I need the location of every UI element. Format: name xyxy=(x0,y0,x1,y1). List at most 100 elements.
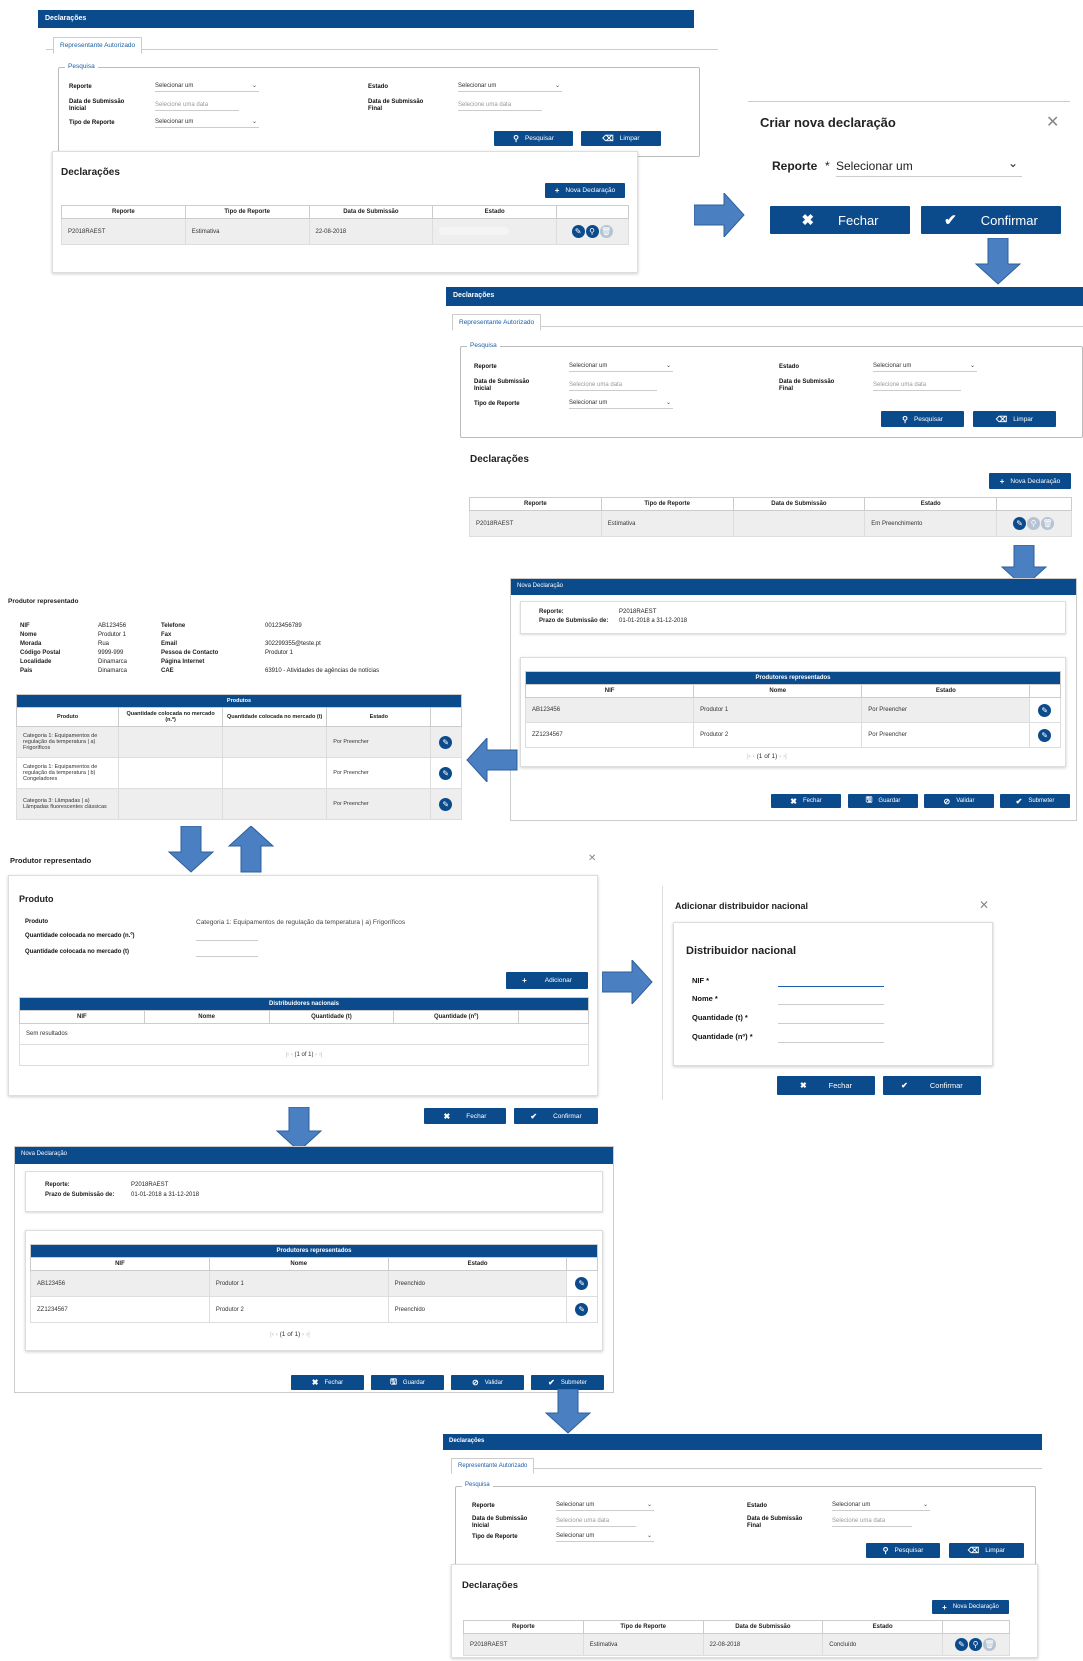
quantidade-t-input[interactable] xyxy=(778,1023,884,1024)
confirmar-button[interactable]: ✔ Confirmar xyxy=(921,206,1061,234)
guardar-button[interactable]: 🖫 Guardar xyxy=(371,1375,444,1390)
pesquisar-button[interactable]: ⚲ Pesquisar xyxy=(494,131,573,146)
search-legend: Pesquisa xyxy=(462,1482,493,1488)
tab-representante-autorizado[interactable]: Representante Autorizado xyxy=(451,1458,535,1474)
fechar-button[interactable]: ✖ Fechar xyxy=(424,1108,506,1124)
reporte-select[interactable]: Selecionar um ⌄ xyxy=(556,1502,654,1511)
chevron-down-icon: ⌄ xyxy=(554,83,560,89)
data-inicial-input[interactable]: Selecione uma data xyxy=(569,382,657,391)
estado-select[interactable]: Selecionar um ⌄ xyxy=(458,83,562,92)
pesquisar-button[interactable]: ⚲ Pesquisar xyxy=(881,411,964,427)
search-icon[interactable]: ⚲ xyxy=(1027,517,1041,530)
edit-icon[interactable]: ✎ xyxy=(1013,517,1027,530)
nova-declaracao-button[interactable]: + Nova Declaração xyxy=(545,183,625,198)
cell-reporte: P2018RAEST xyxy=(469,510,602,537)
validar-button[interactable]: ⊘ Validar xyxy=(451,1375,524,1390)
pesquisar-button[interactable]: ⚲ Pesquisar xyxy=(866,1543,940,1558)
nova-declaracao-button[interactable]: + Nova Declaração xyxy=(989,473,1071,489)
data-inicial-input[interactable]: Selecione uma data xyxy=(556,1518,636,1527)
nome-input[interactable] xyxy=(778,1004,884,1005)
limpar-button[interactable]: ⌫ Limpar xyxy=(581,131,661,146)
fechar-button[interactable]: ✖ Fechar xyxy=(291,1375,364,1390)
estado-select-value: Selecionar um xyxy=(873,363,912,369)
edit-icon[interactable]: ✎ xyxy=(575,1303,589,1316)
trash-icon[interactable]: 🗑 xyxy=(983,1638,996,1651)
search-icon: ⚲ xyxy=(882,1546,889,1555)
edit-icon[interactable]: ✎ xyxy=(439,735,453,749)
cell-nif: ZZ1234567 xyxy=(30,1296,210,1323)
cell-qtd-n xyxy=(118,788,224,820)
qtd-n-label: Quantidade colocada no mercado (n.º) xyxy=(25,933,135,939)
search-icon[interactable]: ⚲ xyxy=(585,225,599,238)
guardar-button[interactable]: 🖫 Guardar xyxy=(848,794,918,808)
chevron-down-icon: ⌄ xyxy=(922,1502,928,1508)
data-final-input[interactable]: Selecione uma data xyxy=(458,102,542,111)
edit-icon[interactable]: ✎ xyxy=(439,797,453,811)
data-final-input[interactable]: Selecione uma data xyxy=(832,1518,912,1527)
edit-icon[interactable]: ✎ xyxy=(1038,728,1052,742)
field-value: 63910 - Atividades de agências de notíci… xyxy=(265,668,380,674)
cell-actions: ✎ ⚲ 🗑 xyxy=(556,218,629,245)
estado-select[interactable]: Selecionar um ⌄ xyxy=(873,363,977,372)
nif-input[interactable] xyxy=(778,986,884,987)
reporte-select[interactable]: Selecionar um ⌄ xyxy=(155,83,259,92)
edit-icon[interactable]: ✎ xyxy=(575,1277,589,1290)
adicionar-button[interactable]: + Adicionar xyxy=(506,972,588,989)
edit-icon[interactable]: ✎ xyxy=(439,766,453,780)
tab-bar: Representante Autorizado xyxy=(46,34,718,54)
reporte-select[interactable]: Selecionar um ⌄ xyxy=(836,156,1022,177)
trash-icon[interactable]: 🗑 xyxy=(599,225,613,238)
edit-icon[interactable]: ✎ xyxy=(955,1638,968,1651)
edit-icon[interactable]: ✎ xyxy=(1038,703,1052,717)
fechar-button[interactable]: ✖ Fechar xyxy=(770,206,910,234)
navbar: Declarações xyxy=(38,10,694,28)
tab-representante-autorizado[interactable]: Representante Autorizado xyxy=(53,37,143,54)
prazo-label: Prazo de Submissão de: xyxy=(539,618,609,624)
validar-button[interactable]: ⊘ Validar xyxy=(924,794,994,808)
tipo-select[interactable]: Selecionar um ⌄ xyxy=(556,1533,654,1542)
close-icon[interactable]: ✕ xyxy=(979,898,989,912)
submeter-button[interactable]: ✔ Submeter xyxy=(1000,794,1070,808)
tipo-select[interactable]: Selecionar um ⌄ xyxy=(155,119,259,128)
data-inicial-input[interactable]: Selecione uma data xyxy=(155,102,239,111)
submeter-button[interactable]: ✔ Submeter xyxy=(531,1375,604,1390)
close-icon[interactable]: ✕ xyxy=(588,853,596,864)
plus-icon: + xyxy=(942,1602,947,1612)
field-label: NIF xyxy=(20,623,30,629)
search-icon[interactable]: ⚲ xyxy=(969,1638,982,1651)
chevron-down-icon: ⌄ xyxy=(646,1502,652,1508)
check-icon: ✔ xyxy=(901,1081,908,1090)
limpar-button[interactable]: ⌫ Limpar xyxy=(973,411,1056,427)
data-final-input[interactable]: Selecione uma data xyxy=(873,382,961,391)
search-icon: ⚲ xyxy=(513,134,519,143)
estado-select[interactable]: Selecionar um ⌄ xyxy=(832,1502,930,1511)
adicionar-label: Adicionar xyxy=(544,977,572,984)
declaracoes-table: Reporte Tipo de Reporte Data de Submissã… xyxy=(463,1620,1010,1656)
qtd-t-input[interactable] xyxy=(196,956,258,957)
table-row: ZZ1234567 Produtor 2 Por Preencher ✎ xyxy=(524,722,1061,748)
limpar-button[interactable]: ⌫ Limpar xyxy=(949,1543,1024,1558)
field-value: Dinamarca xyxy=(98,659,128,665)
close-icon[interactable]: ✕ xyxy=(1046,112,1059,132)
cell-reporte: P2018RAEST xyxy=(463,1633,584,1656)
nova-declaracao-button[interactable]: + Nova Declaração xyxy=(932,1600,1009,1614)
edit-icon[interactable]: ✎ xyxy=(571,225,585,238)
quantidade-n-input[interactable] xyxy=(778,1042,884,1043)
criar-declaracao-modal: Criar nova declaração ✕ Reporte * Seleci… xyxy=(748,101,1070,235)
confirmar-button[interactable]: ✔ Confirmar xyxy=(514,1108,598,1124)
tab-representante-autorizado[interactable]: Representante Autorizado xyxy=(452,314,542,331)
estado-select-value: Selecionar um xyxy=(458,83,497,89)
field-value: 00123456789 xyxy=(265,623,302,629)
field-value: Produtor 1 xyxy=(98,632,127,638)
confirmar-button[interactable]: ✔ Confirmar xyxy=(883,1076,981,1095)
cell-qtd-n xyxy=(118,757,224,789)
tipo-select[interactable]: Selecionar um ⌄ xyxy=(569,400,673,409)
trash-icon[interactable]: 🗑 xyxy=(1041,517,1055,530)
fechar-button[interactable]: ✖ Fechar xyxy=(771,794,841,808)
reporte-select[interactable]: Selecionar um ⌄ xyxy=(569,363,673,372)
produtores-section: Produtores representados NIF Nome Estado… xyxy=(25,1230,603,1351)
column-header: Nome xyxy=(208,1257,389,1271)
fechar-button[interactable]: ✖ Fechar xyxy=(777,1076,875,1095)
produto-modal: Produtor representado ✕ Produto Produto … xyxy=(8,850,604,1132)
qtd-n-input[interactable] xyxy=(196,940,258,941)
